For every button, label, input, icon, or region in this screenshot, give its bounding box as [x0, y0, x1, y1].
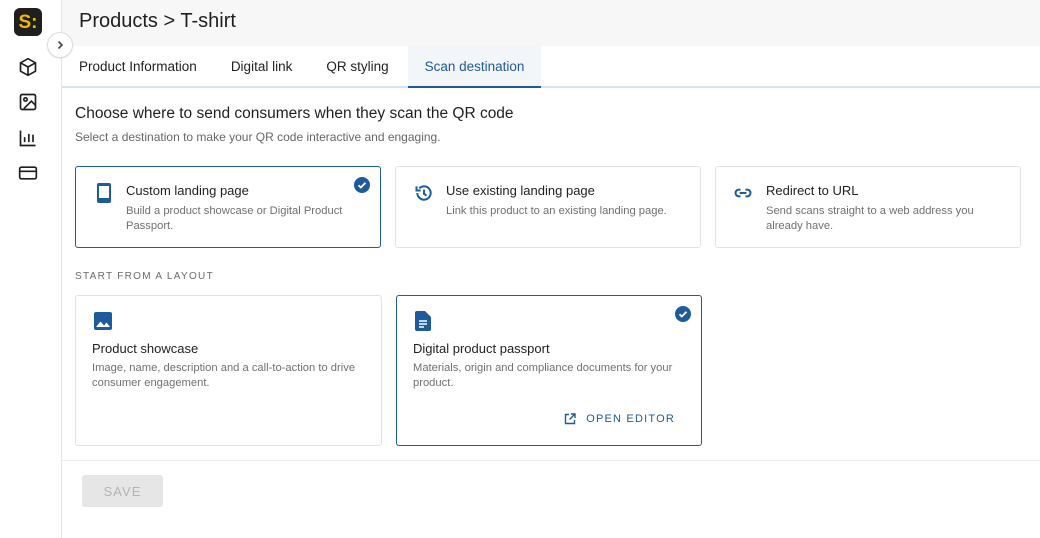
- layout-description: Image, name, description and a call-to-a…: [92, 362, 356, 389]
- document-icon: [413, 311, 433, 331]
- box-icon[interactable]: [17, 56, 39, 78]
- tab-digital-link[interactable]: Digital link: [214, 46, 310, 86]
- page-title: Products > T-shirt: [79, 10, 236, 32]
- option-title: Redirect to URL: [766, 183, 859, 198]
- option-description: Build a product showcase or Digital Prod…: [126, 205, 343, 232]
- option-title: Custom landing page: [126, 183, 249, 198]
- phone-icon: [94, 183, 114, 203]
- option-existing-landing-page[interactable]: Use existing landing page Link this prod…: [395, 166, 701, 248]
- check-circle-icon: [354, 177, 370, 193]
- open-editor-label: OPEN EDITOR: [586, 413, 675, 425]
- layout-title: Digital product passport: [413, 341, 550, 356]
- layout-title: Product showcase: [92, 341, 199, 356]
- image-icon[interactable]: [17, 91, 39, 113]
- tab-bar: Product Information Digital link QR styl…: [62, 46, 1040, 88]
- option-custom-landing-page[interactable]: Custom landing page Build a product show…: [75, 166, 381, 248]
- chart-icon[interactable]: [17, 127, 39, 149]
- image-icon: [93, 311, 113, 331]
- link-icon: [733, 183, 753, 203]
- layout-description: Materials, origin and compliance documen…: [413, 362, 673, 389]
- tab-scan-destination[interactable]: Scan destination: [407, 46, 542, 88]
- tab-qr-styling[interactable]: QR styling: [309, 46, 405, 86]
- footer-divider: [62, 460, 1040, 461]
- logo-text: S:: [18, 11, 38, 33]
- sidebar-expand-button[interactable]: [47, 32, 73, 58]
- open-in-new-icon: [565, 413, 576, 425]
- page-header: Products > T-shirt: [62, 0, 1040, 46]
- open-editor-button[interactable]: OPEN EDITOR: [564, 413, 675, 425]
- section-subtitle: Select a destination to make your QR cod…: [75, 130, 441, 144]
- history-icon: [414, 183, 434, 203]
- sidebar: S:: [0, 0, 62, 538]
- app-logo[interactable]: S:: [14, 8, 42, 36]
- option-description: Send scans straight to a web address you…: [766, 205, 974, 232]
- option-description: Link this product to an existing landing…: [446, 205, 667, 217]
- tab-product-information[interactable]: Product Information: [62, 46, 214, 86]
- chevron-right-icon: [57, 40, 64, 50]
- layout-digital-product-passport[interactable]: Digital product passport Materials, orig…: [396, 295, 702, 446]
- option-redirect-url[interactable]: Redirect to URL Send scans straight to a…: [715, 166, 1021, 248]
- option-title: Use existing landing page: [446, 183, 595, 198]
- check-circle-icon: [675, 306, 691, 322]
- card-icon[interactable]: [17, 162, 39, 184]
- layout-product-showcase[interactable]: Product showcase Image, name, descriptio…: [75, 295, 382, 446]
- save-button[interactable]: SAVE: [82, 475, 163, 507]
- section-title: Choose where to send consumers when they…: [75, 105, 514, 122]
- layout-section-label: START FROM A LAYOUT: [75, 271, 214, 282]
